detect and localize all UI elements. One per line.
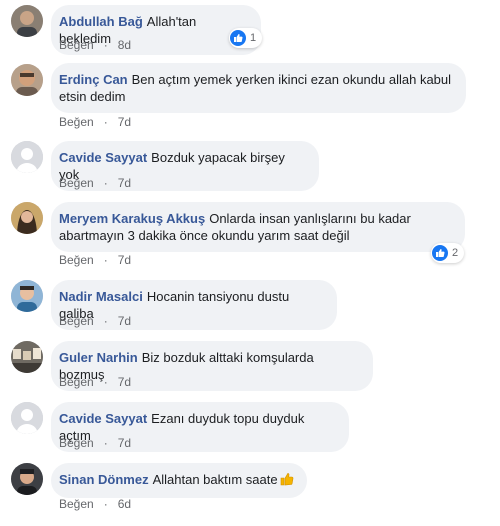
- timestamp[interactable]: 7d: [118, 253, 131, 267]
- comment-actions: Beğen · 8d: [59, 38, 131, 52]
- avatar[interactable]: [11, 463, 43, 495]
- avatar[interactable]: [11, 64, 43, 96]
- comment-actions: Beğen · 7d: [59, 314, 131, 328]
- avatar[interactable]: [11, 280, 43, 312]
- separator: ·: [103, 176, 108, 190]
- like-link[interactable]: Beğen: [59, 436, 94, 450]
- like-link[interactable]: Beğen: [59, 314, 94, 328]
- comment-author[interactable]: Abdullah Bağ: [59, 14, 143, 29]
- timestamp[interactable]: 8d: [118, 38, 131, 52]
- comment-actions: Beğen · 7d: [59, 176, 131, 190]
- comment-author[interactable]: Sinan Dönmez: [59, 472, 149, 487]
- separator: ·: [103, 375, 108, 389]
- comment-actions: Beğen · 7d: [59, 253, 131, 267]
- like-link[interactable]: Beğen: [59, 253, 94, 267]
- comment-author[interactable]: Cavide Sayyat: [59, 411, 147, 426]
- comment-bubble: Sinan Dönmez Allahtan baktım saate: [51, 463, 307, 498]
- like-link[interactable]: Beğen: [59, 375, 94, 389]
- timestamp[interactable]: 7d: [118, 436, 131, 450]
- reaction-count-number: 1: [250, 32, 257, 44]
- like-icon: [230, 30, 246, 46]
- comment-bubble: Erdinç Can Ben açtım yemek yerken ikinci …: [51, 63, 466, 113]
- thumbs-up-emoji: [280, 472, 294, 490]
- comment-actions: Beğen · 7d: [59, 436, 131, 450]
- separator: ·: [103, 253, 108, 267]
- timestamp[interactable]: 6d: [118, 497, 131, 511]
- like-icon: [432, 245, 448, 261]
- timestamp[interactable]: 7d: [118, 375, 131, 389]
- comment-author[interactable]: Guler Narhin: [59, 350, 138, 365]
- comment-actions: Beğen · 7d: [59, 375, 131, 389]
- comment-actions: Beğen · 7d: [59, 115, 131, 129]
- comment-author[interactable]: Nadir Masalci: [59, 289, 143, 304]
- comment-thread: Abdullah Bağ Allah'tan bekledim 1 Beğen ·…: [0, 0, 500, 526]
- comment-author[interactable]: Meryem Karakuş Akkuş: [59, 211, 205, 226]
- avatar[interactable]: [11, 141, 43, 173]
- like-link[interactable]: Beğen: [59, 497, 94, 511]
- separator: ·: [103, 436, 108, 450]
- timestamp[interactable]: 7d: [118, 115, 131, 129]
- like-link[interactable]: Beğen: [59, 38, 94, 52]
- reaction-count-number: 2: [452, 247, 459, 259]
- comment-bubble: Meryem Karakuş Akkuş Onlarda insan yanlış…: [51, 202, 465, 252]
- avatar[interactable]: [11, 402, 43, 434]
- timestamp[interactable]: 7d: [118, 314, 131, 328]
- comment-actions: Beğen · 6d: [59, 497, 131, 511]
- separator: ·: [103, 314, 108, 328]
- separator: ·: [103, 115, 108, 129]
- reaction-count[interactable]: 2: [431, 243, 465, 263]
- comment-text: Allahtan baktım saate: [152, 472, 278, 487]
- separator: ·: [103, 497, 108, 511]
- avatar[interactable]: [11, 5, 43, 37]
- avatar[interactable]: [11, 341, 43, 373]
- timestamp[interactable]: 7d: [118, 176, 131, 190]
- comment-author[interactable]: Erdinç Can: [59, 72, 128, 87]
- separator: ·: [103, 38, 108, 52]
- comment-author[interactable]: Cavide Sayyat: [59, 150, 147, 165]
- like-link[interactable]: Beğen: [59, 115, 94, 129]
- avatar[interactable]: [11, 202, 43, 234]
- reaction-count[interactable]: 1: [229, 28, 263, 48]
- like-link[interactable]: Beğen: [59, 176, 94, 190]
